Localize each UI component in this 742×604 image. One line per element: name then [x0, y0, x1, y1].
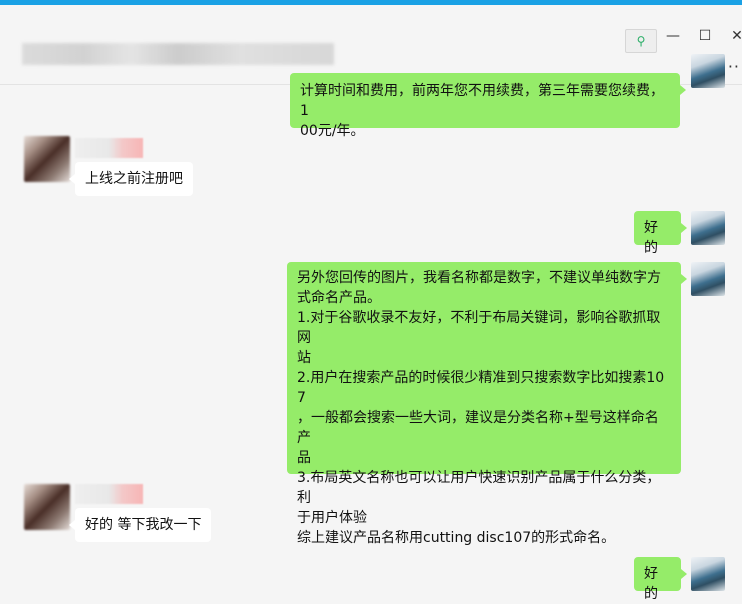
- pin-icon[interactable]: ⚲: [625, 29, 657, 53]
- message-line: 3.布局英文名称也可以让用户快速识别产品属于什么分类，利: [297, 470, 661, 506]
- message-line: 00元/年。: [300, 123, 365, 139]
- minimize-button[interactable]: —: [662, 25, 684, 47]
- contact-name-blurred: [75, 138, 143, 158]
- message-line: 于用户体验: [297, 510, 367, 526]
- message-bubble-incoming[interactable]: 好的 等下我改一下: [68, 508, 212, 542]
- message-text: 好的: [644, 566, 658, 602]
- chat-title-blurred: [22, 43, 334, 65]
- message-line: ，一般都会搜索一些大词，建议是分类名称+型号这样命名产: [297, 410, 659, 446]
- my-avatar[interactable]: [691, 211, 725, 245]
- message-bubble-outgoing[interactable]: 好的: [634, 557, 687, 602]
- message-text: 好的 等下我改一下: [85, 517, 202, 533]
- my-avatar[interactable]: [691, 557, 725, 591]
- contact-avatar[interactable]: [24, 136, 70, 182]
- message-bubble-outgoing[interactable]: 好的: [634, 211, 687, 256]
- message-line: 计算时间和费用，前两年您不用续费，第三年需要您续费，1: [300, 83, 664, 119]
- my-avatar[interactable]: [691, 262, 725, 296]
- message-line: 综上建议产品名称用cutting disc107的形式命名。: [297, 530, 616, 546]
- my-avatar[interactable]: [691, 54, 725, 88]
- contact-avatar[interactable]: [24, 484, 70, 530]
- message-text: 好的: [644, 220, 658, 256]
- message-bubble-incoming[interactable]: 上线之前注册吧: [69, 162, 193, 196]
- message-text: 上线之前注册吧: [85, 171, 183, 187]
- message-line: 2.用户在搜索产品的时候很少精准到只搜索数字比如搜素107: [297, 370, 665, 406]
- message-bubble-outgoing[interactable]: 计算时间和费用，前两年您不用续费，第三年需要您续费，1 00元/年。: [290, 73, 686, 139]
- message-line: 1.对于谷歌收录不友好，不利于布局关键词，影响谷歌抓取网: [297, 310, 661, 346]
- message-line: 另外您回传的图片，我看名称都是数字，不建议单纯数字方: [297, 270, 661, 286]
- contact-name-blurred: [75, 484, 143, 504]
- message-bubble-outgoing[interactable]: 另外您回传的图片，我看名称都是数字，不建议单纯数字方 式命名产品。 1.对于谷歌…: [287, 262, 687, 546]
- message-line: 站: [297, 350, 311, 366]
- message-line: 品: [297, 450, 311, 466]
- more-options-icon[interactable]: ··: [728, 57, 740, 76]
- close-button[interactable]: ✕: [726, 25, 742, 47]
- maximize-button[interactable]: ☐: [694, 25, 716, 47]
- message-line: 式命名产品。: [297, 290, 381, 306]
